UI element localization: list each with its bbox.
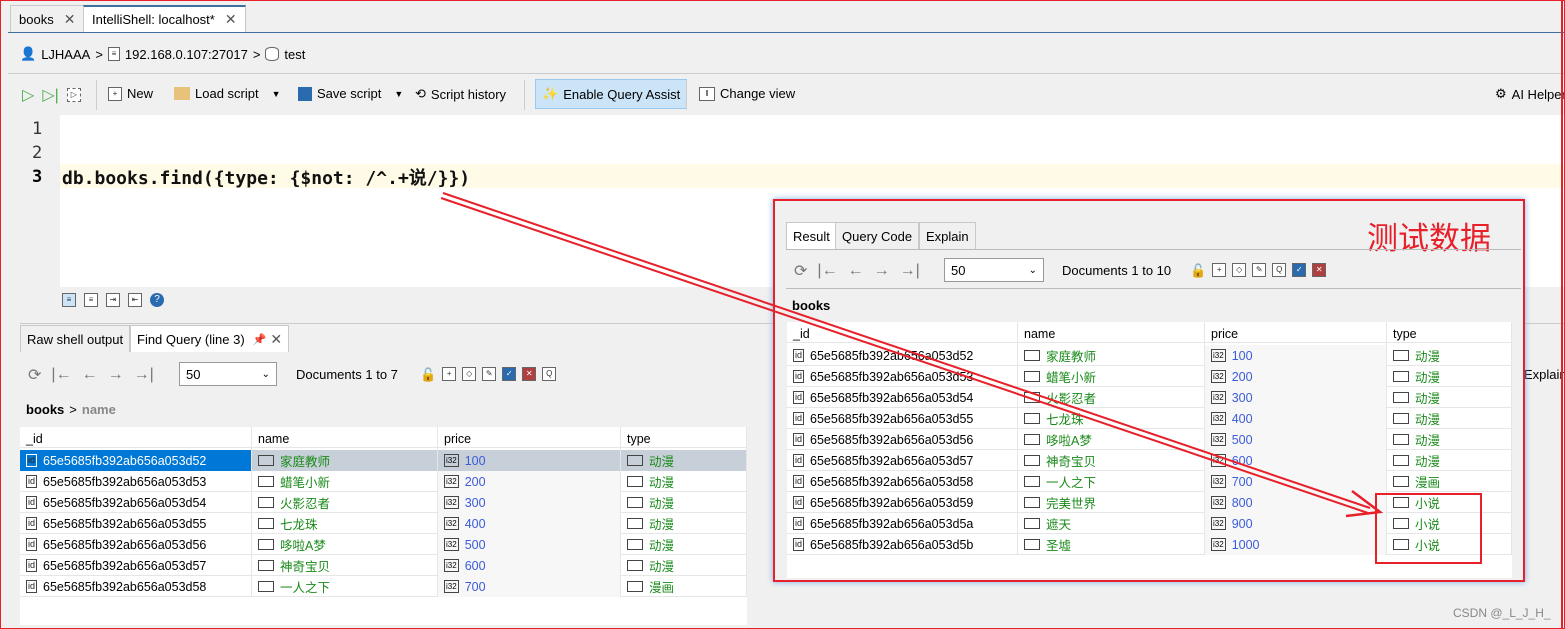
annotation-arrow	[440, 192, 1384, 518]
watermark: CSDN @_L_J_H_	[1453, 606, 1551, 620]
